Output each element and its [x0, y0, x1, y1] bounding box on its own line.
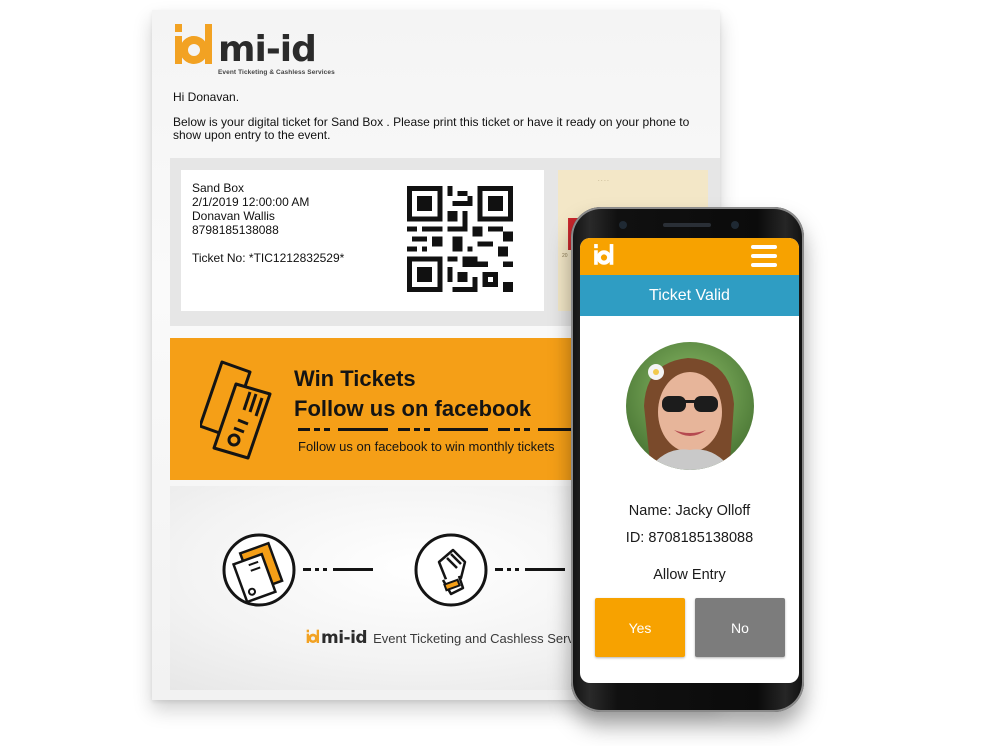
brand-logo: mi-id Event Ticketing & Cashless Service… — [172, 22, 335, 76]
ticket-status-bar: Ticket Valid — [580, 275, 799, 316]
attendee-photo — [626, 342, 754, 470]
greeting-text: Hi Donavan. — [173, 90, 240, 104]
qr-code-icon — [407, 186, 513, 292]
footer-tagline: Event Ticketing and Cashless Services — [373, 630, 598, 646]
mi-id-logo-icon — [594, 244, 614, 265]
ticket-holder-name: Donavan Wallis — [192, 209, 275, 223]
ticket-phone: 8798185138088 — [192, 223, 279, 237]
smartphone-mockup: Ticket Valid Name: Jacky Olloff ID: 8708… — [571, 207, 804, 712]
step-connector — [495, 568, 565, 571]
allow-entry-yes-button[interactable]: Yes — [595, 598, 685, 657]
app-header — [580, 238, 799, 275]
allow-entry-prompt: Allow Entry — [653, 567, 726, 583]
allow-entry-no-button[interactable]: No — [695, 598, 785, 657]
attendee-id: ID: 8708185138088 — [625, 530, 754, 546]
ticket-number: Ticket No: *TIC1212832529* — [192, 251, 345, 265]
attendee-name: Name: Jacky Olloff — [628, 503, 751, 519]
footer-brand: mi-id Event Ticketing and Cashless Servi… — [305, 628, 597, 648]
wristband-icon — [414, 533, 488, 607]
phone-screen: Ticket Valid Name: Jacky Olloff ID: 8708… — [580, 238, 799, 683]
front-sensor — [619, 221, 627, 229]
hamburger-menu-icon[interactable] — [751, 245, 777, 267]
mi-id-logo-icon — [306, 629, 319, 643]
ticket-date-time: 2/1/2019 12:00:00 AM — [192, 195, 310, 209]
banner-headline: Win Tickets Follow us on facebook — [294, 366, 532, 421]
front-camera — [731, 221, 739, 229]
brand-tagline: Event Ticketing & Cashless Services — [218, 69, 335, 76]
footer-wordmark: mi-id — [321, 628, 368, 648]
banner-subline: Follow us on facebook to win monthly tic… — [298, 439, 555, 454]
ticket-card: Sand Box 2/1/2019 12:00:00 AM Donavan Wa… — [181, 170, 544, 311]
ticket-stubs-icon — [200, 360, 272, 460]
intro-text: Below is your digital ticket for Sand Bo… — [173, 115, 690, 142]
brand-wordmark: mi-id — [218, 29, 317, 70]
ticket-status-title: Ticket Valid — [649, 287, 730, 304]
step-connector — [303, 568, 373, 571]
mi-id-logo-icon — [175, 24, 212, 64]
ticket-event-name: Sand Box — [192, 181, 245, 195]
earpiece-speaker — [663, 223, 711, 227]
card-icon — [222, 533, 296, 607]
